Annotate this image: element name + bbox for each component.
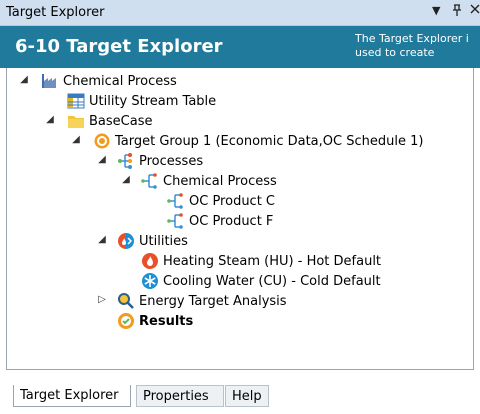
header-description-line2: used to create <box>355 46 435 59</box>
expand-arrow-icon[interactable]: ▷ <box>97 294 107 305</box>
tab-properties[interactable]: Properties <box>136 385 224 407</box>
tree-node-utilities[interactable]: Utilities <box>117 231 188 251</box>
panel-tabs: Target Explorer Properties Help <box>0 376 480 414</box>
tree-node-results[interactable]: Results <box>117 311 193 331</box>
tree-node-label: Utility Stream Table <box>89 93 217 109</box>
tree-node-label: Target Group 1 (Economic Data,OC Schedul… <box>115 133 424 149</box>
tree-node-energy-target[interactable]: Energy Target Analysis <box>117 291 287 311</box>
collapse-arrow-icon[interactable]: ◢ <box>71 134 81 145</box>
factory-icon <box>41 72 59 90</box>
utilities-icon <box>117 232 135 250</box>
collapse-arrow-icon[interactable]: ◢ <box>121 174 131 185</box>
tree-node-cooling-water[interactable]: Cooling Water (CU) - Cold Default <box>141 271 381 291</box>
header-title: 6-10 Target Explorer <box>15 36 223 57</box>
explorer-header: 6-10 Target Explorer The Target Explorer… <box>0 26 480 68</box>
tree-node-basecase[interactable]: BaseCase <box>67 111 152 131</box>
process-branch-icon <box>141 172 159 190</box>
tree-node-chemical-process[interactable]: Chemical Process <box>141 171 277 191</box>
header-description-line1: The Target Explorer i <box>355 32 469 45</box>
tree-node-utility-stream-table[interactable]: Utility Stream Table <box>67 91 216 111</box>
tree-node-root[interactable]: Chemical Process <box>41 71 177 91</box>
panel-title: Target Explorer <box>6 5 105 20</box>
magnifier-icon <box>117 292 135 310</box>
tree-node-label: Heating Steam (HU) - Hot Default <box>163 253 382 269</box>
tree-node-label: Chemical Process <box>63 73 177 89</box>
process-branch-icon <box>167 192 185 210</box>
tree-node-product-f[interactable]: OC Product F <box>167 211 273 231</box>
tree-node-label: Cooling Water (CU) - Cold Default <box>163 273 381 289</box>
tree-node-product-c[interactable]: OC Product C <box>167 191 275 211</box>
process-branch-icon <box>167 212 185 230</box>
flame-icon <box>141 252 159 270</box>
pin-icon[interactable] <box>452 4 462 19</box>
folder-icon <box>67 112 85 130</box>
tree-node-target-group[interactable]: Target Group 1 (Economic Data,OC Schedul… <box>93 131 423 151</box>
target-icon <box>93 132 111 150</box>
close-icon[interactable] <box>470 4 480 17</box>
header-description: The Target Explorer i used to create <box>355 32 480 60</box>
collapse-arrow-icon[interactable]: ◢ <box>97 154 107 165</box>
tree-node-label: Chemical Process <box>163 173 277 189</box>
tab-target-explorer[interactable]: Target Explorer <box>13 385 131 407</box>
process-network-icon <box>117 152 135 170</box>
dropdown-arrow-icon[interactable]: ▼ <box>432 4 440 17</box>
tree-node-label: Results <box>139 313 194 329</box>
target-tree: ◢ Chemical Process Utility Stream Table … <box>6 68 474 370</box>
collapse-arrow-icon[interactable]: ◢ <box>97 234 107 245</box>
collapse-arrow-icon[interactable]: ◢ <box>45 114 55 125</box>
table-icon <box>67 92 85 110</box>
tree-node-processes[interactable]: Processes <box>117 151 203 171</box>
snowflake-icon <box>141 272 159 290</box>
tree-node-heating-steam[interactable]: Heating Steam (HU) - Hot Default <box>141 251 381 271</box>
tab-help[interactable]: Help <box>225 385 269 407</box>
tree-node-label: OC Product C <box>189 193 276 209</box>
tree-node-label: Utilities <box>139 233 188 249</box>
panel-title-bar: Target Explorer ▼ <box>0 0 480 26</box>
results-icon <box>117 312 135 330</box>
tree-node-label: Processes <box>139 153 204 169</box>
tree-node-label: Energy Target Analysis <box>139 293 287 309</box>
tree-node-label: BaseCase <box>89 113 153 129</box>
collapse-arrow-icon[interactable]: ◢ <box>19 74 29 85</box>
tree-node-label: OC Product F <box>189 213 274 229</box>
